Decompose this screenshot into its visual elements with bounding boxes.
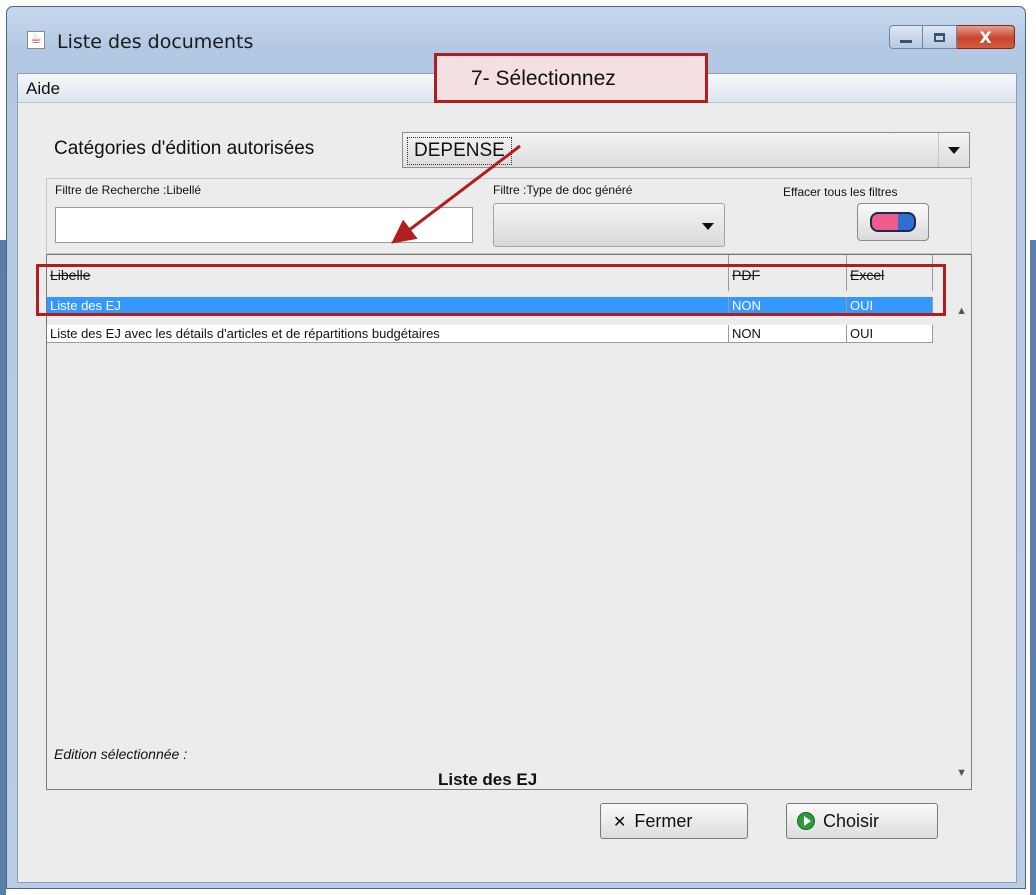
scroll-up-icon[interactable]: ▲ [956,305,967,317]
play-icon [797,812,815,830]
table-row[interactable]: Liste des EJ avec les détails d'articles… [47,325,933,343]
type-filter-label: Filtre :Type de doc généré [493,183,633,197]
close-icon: ✕ [613,811,627,831]
chevron-down-icon [702,223,714,230]
fermer-button[interactable]: ✕ Fermer [600,803,748,839]
cell-libelle: Liste des EJ avec les détails d'articles… [47,325,729,343]
java-app-icon: ☕ [27,31,45,49]
cell-pdf: NON [729,325,847,343]
scroll-down-icon[interactable]: ▼ [956,767,967,779]
selected-edition-value: Liste des EJ [438,770,538,789]
categories-selected-value: DEPENSE [407,137,512,165]
eraser-icon [870,212,916,232]
maximize-icon [934,32,945,42]
filter-panel: Filtre de Recherche :Libellé Filtre :Typ… [46,178,972,254]
window-controls: X [889,25,1015,49]
clear-filters-button[interactable] [857,203,929,241]
search-filter-label: Filtre de Recherche :Libellé [55,183,202,197]
fermer-button-label: Fermer [634,810,693,831]
minimize-icon [900,39,912,43]
window-title: Liste des documents [57,31,254,53]
minimize-button[interactable] [889,25,923,49]
step-callout: 7- Sélectionnez [434,53,708,103]
table-body: Liste des EJ NON OUI Liste des EJ avec l… [47,291,933,789]
choisir-button-label: Choisir [823,810,880,831]
desktop-edge-right [1030,240,1036,895]
categories-label: Catégories d'édition autorisées [54,138,315,159]
row-highlight-box [36,264,946,316]
cell-excel: OUI [847,325,933,343]
documents-table: Libelle PDF Excel Liste des EJ NON OUI L… [46,254,972,790]
app-window: ☕ Liste des documents X Aide Catégories … [6,6,1026,889]
search-filter-input[interactable] [55,207,473,243]
close-window-button[interactable]: X [957,25,1015,49]
maximize-button[interactable] [923,25,957,49]
close-icon: X [979,27,992,47]
window-content: Aide Catégories d'édition autorisées DEP… [17,73,1017,883]
menu-item-aide[interactable]: Aide [26,79,60,99]
type-filter-select[interactable] [493,203,725,247]
categories-dropdown-button[interactable] [938,133,969,167]
clear-filters-label: Effacer tous les filtres [783,185,898,199]
selected-edition-label: Edition sélectionnée : [54,746,188,762]
chevron-down-icon [948,146,960,154]
choisir-button[interactable]: Choisir [786,803,938,839]
categories-select[interactable]: DEPENSE [402,132,970,168]
